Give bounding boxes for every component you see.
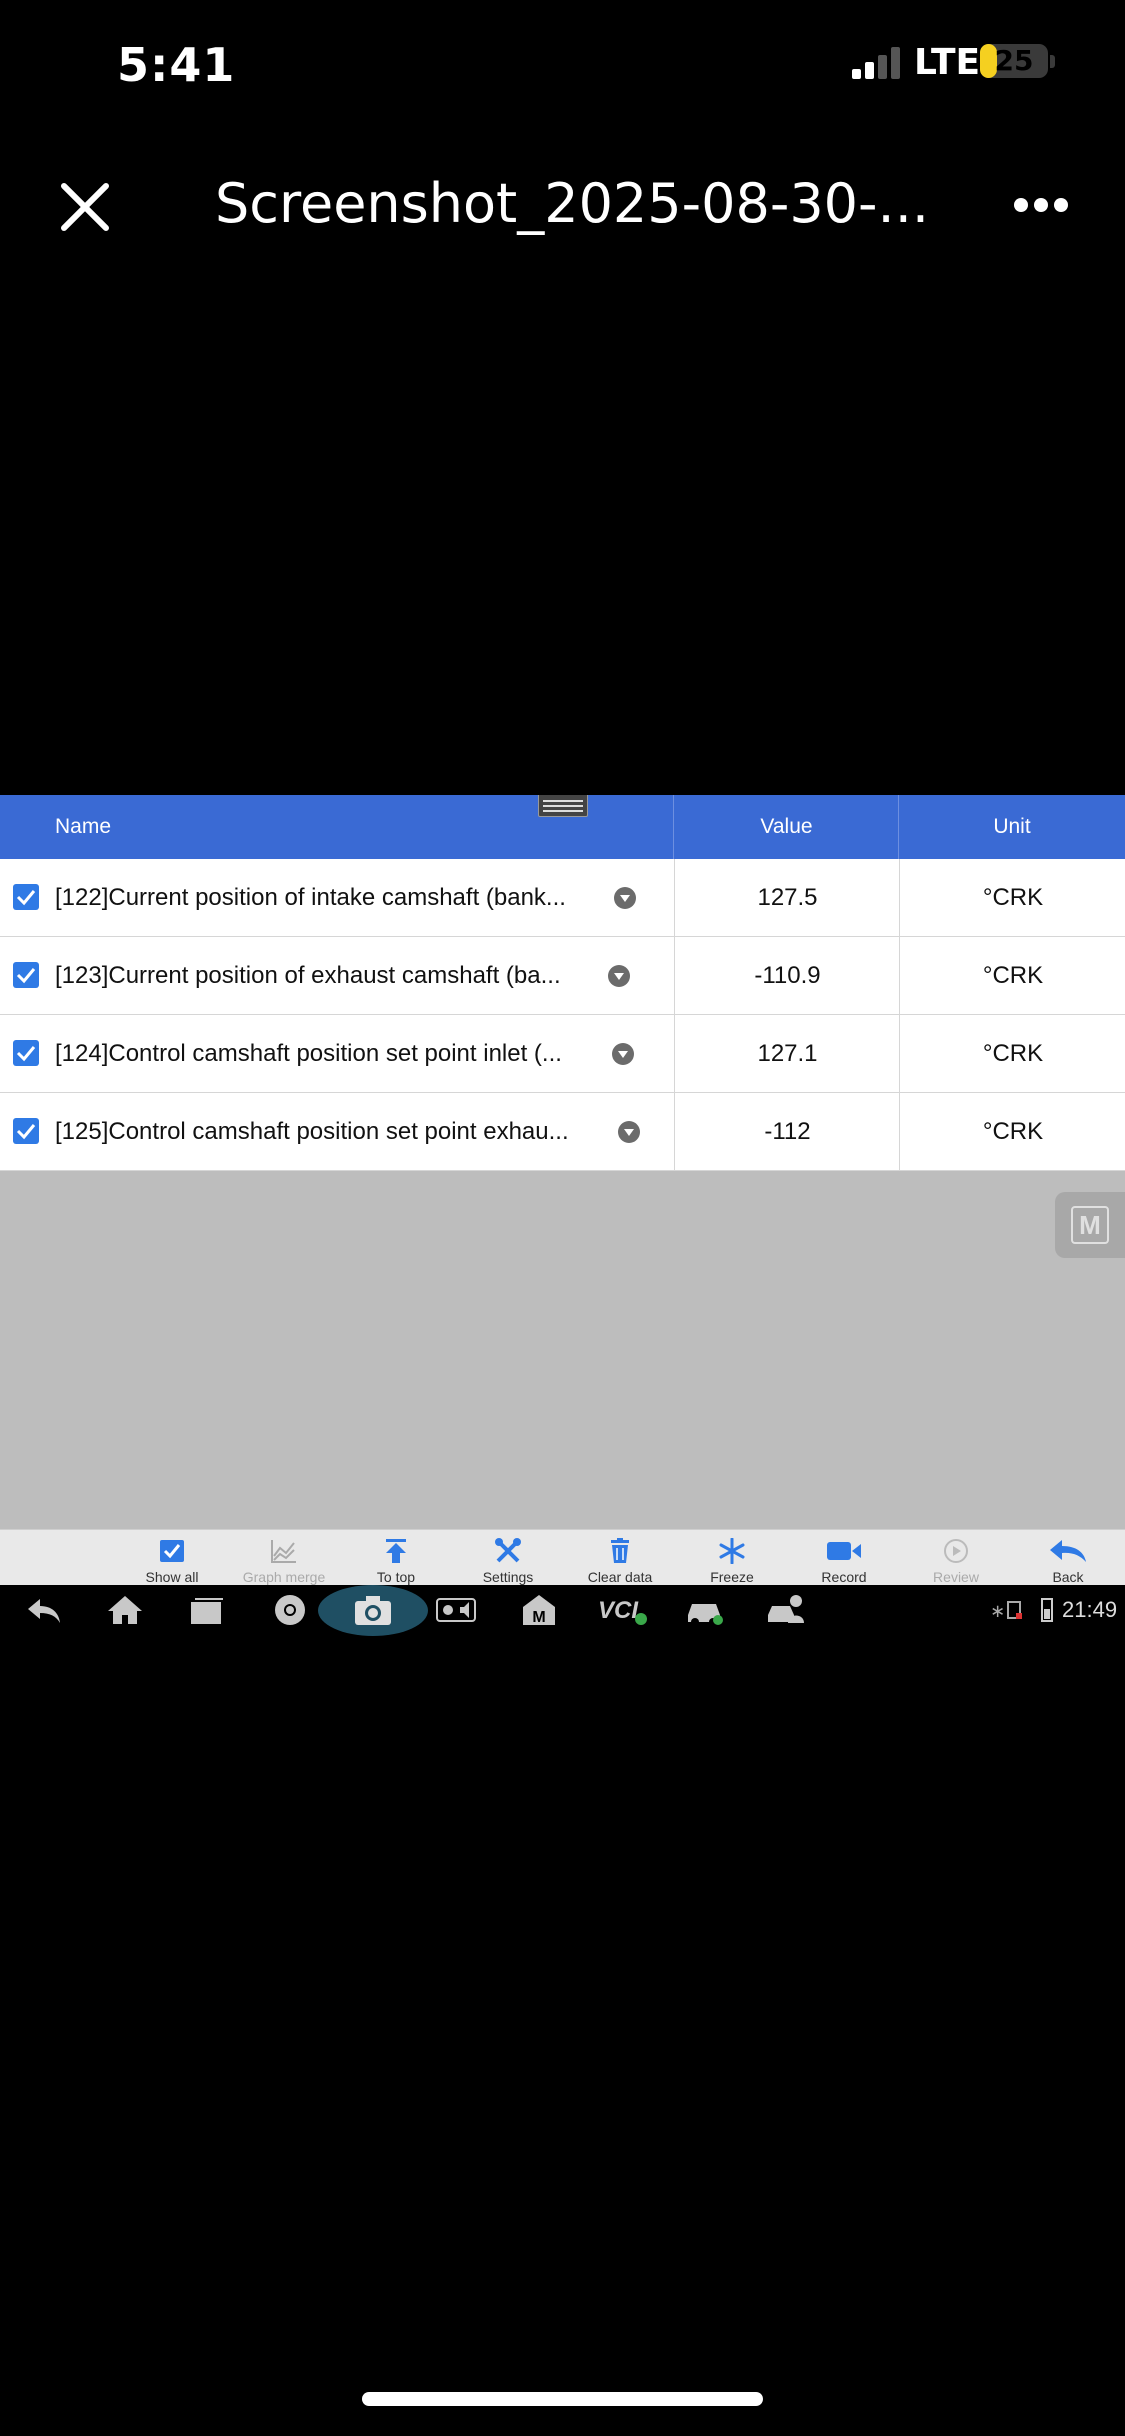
arrow-up-icon bbox=[386, 1539, 406, 1563]
m-app-icon[interactable]: M bbox=[519, 1593, 559, 1627]
record-button[interactable]: Record bbox=[794, 1530, 894, 1586]
row-checkbox[interactable] bbox=[13, 884, 39, 910]
to-top-button[interactable]: To top bbox=[346, 1530, 446, 1586]
floating-m-button[interactable]: M bbox=[1055, 1192, 1125, 1258]
column-header-unit: Unit bbox=[993, 815, 1031, 838]
close-icon[interactable] bbox=[58, 180, 112, 234]
row-checkbox[interactable] bbox=[13, 1118, 39, 1144]
row-unit: °CRK bbox=[899, 937, 1125, 1014]
tool-label: Freeze bbox=[710, 1569, 754, 1585]
tool-label: Graph merge bbox=[242, 1569, 326, 1585]
system-clock: 21:49 bbox=[1062, 1597, 1118, 1622]
settings-button[interactable]: Settings bbox=[458, 1530, 558, 1586]
table-row[interactable]: [124]Control camshaft position set point… bbox=[0, 1015, 1125, 1093]
play-icon bbox=[944, 1539, 968, 1563]
show-all-button[interactable]: Show all bbox=[122, 1530, 222, 1586]
graph-icon bbox=[271, 1540, 296, 1563]
tool-label: Record bbox=[821, 1569, 867, 1585]
row-checkbox[interactable] bbox=[13, 1040, 39, 1066]
row-value: -112 bbox=[674, 1093, 900, 1170]
svg-text:M: M bbox=[532, 1609, 545, 1626]
embedded-screenshot: Name Value Unit [122]Current position of… bbox=[0, 795, 1125, 1636]
clear-data-button[interactable]: Clear data bbox=[570, 1530, 670, 1586]
camera-icon[interactable] bbox=[353, 1593, 393, 1627]
row-name: [124]Control camshaft position set point… bbox=[55, 1040, 562, 1067]
network-label: LTE bbox=[914, 42, 981, 83]
row-value: 127.1 bbox=[674, 1015, 900, 1092]
car-icon[interactable] bbox=[684, 1593, 724, 1627]
expand-icon[interactable] bbox=[614, 887, 636, 909]
row-unit: °CRK bbox=[899, 1093, 1125, 1170]
battery-icon: 25 bbox=[980, 44, 1048, 78]
back-icon[interactable] bbox=[24, 1593, 64, 1627]
more-icon[interactable] bbox=[1012, 196, 1070, 214]
row-value: 127.5 bbox=[674, 859, 900, 936]
battery-nub bbox=[1050, 55, 1055, 68]
svg-text:∗: ∗ bbox=[990, 1601, 1005, 1622]
snowflake-icon bbox=[719, 1538, 745, 1564]
row-unit: °CRK bbox=[899, 1015, 1125, 1092]
status-time: 5:41 bbox=[117, 38, 236, 92]
row-checkbox[interactable] bbox=[13, 962, 39, 988]
home-indicator[interactable] bbox=[362, 2392, 763, 2406]
trash-icon bbox=[611, 1538, 629, 1563]
home-icon[interactable] bbox=[105, 1593, 145, 1627]
video-camera-icon bbox=[827, 1542, 861, 1560]
brightness-volume-icon[interactable] bbox=[436, 1593, 476, 1627]
expand-icon[interactable] bbox=[612, 1043, 634, 1065]
checkbox-icon bbox=[160, 1540, 184, 1562]
viewer-title: Screenshot_2025-08-30-... bbox=[215, 172, 930, 235]
column-header-value: Value bbox=[760, 815, 813, 838]
row-name: [125]Control camshaft position set point… bbox=[55, 1118, 569, 1145]
table-row[interactable]: [125]Control camshaft position set point… bbox=[0, 1093, 1125, 1171]
tool-label: To top bbox=[376, 1569, 416, 1585]
battery-level: 25 bbox=[994, 44, 1034, 77]
table-row[interactable]: [122]Current position of intake camshaft… bbox=[0, 859, 1125, 937]
graph-merge-button[interactable]: Graph merge bbox=[234, 1530, 334, 1586]
tool-label: Review bbox=[933, 1569, 979, 1585]
vci-icon[interactable]: VCI bbox=[596, 1593, 650, 1627]
system-bar: M VCI ∗ 21:49 bbox=[0, 1585, 1125, 1636]
freeze-button[interactable]: Freeze bbox=[682, 1530, 782, 1586]
tool-label: Settings bbox=[482, 1569, 534, 1585]
row-unit: °CRK bbox=[899, 859, 1125, 936]
expand-icon[interactable] bbox=[608, 965, 630, 987]
signal-icon bbox=[852, 47, 900, 79]
column-header-name: Name bbox=[55, 815, 112, 838]
back-arrow-icon bbox=[1050, 1540, 1086, 1562]
table-row[interactable]: [123]Current position of exhaust camshaf… bbox=[0, 937, 1125, 1015]
row-name: [122]Current position of intake camshaft… bbox=[55, 884, 566, 911]
bottom-toolbar: Show all Graph merge To top Settings Cle… bbox=[0, 1529, 1125, 1586]
tool-label: Clear data bbox=[587, 1569, 653, 1585]
drag-handle[interactable] bbox=[538, 795, 588, 817]
chrome-icon[interactable] bbox=[270, 1593, 310, 1627]
review-button[interactable]: Review bbox=[906, 1530, 1006, 1586]
back-button[interactable]: Back bbox=[1018, 1530, 1118, 1586]
tool-label: Show all bbox=[145, 1569, 199, 1585]
expand-icon[interactable] bbox=[618, 1121, 640, 1143]
m-icon: M bbox=[1071, 1206, 1109, 1244]
row-value: -110.9 bbox=[674, 937, 900, 1014]
svg-text:VCI: VCI bbox=[598, 1597, 639, 1624]
car-service-icon[interactable] bbox=[766, 1593, 806, 1627]
recent-apps-icon[interactable] bbox=[187, 1593, 227, 1627]
tool-label: Back bbox=[1052, 1569, 1084, 1585]
table-header: Name Value Unit bbox=[0, 795, 1125, 859]
wrench-icon bbox=[495, 1538, 521, 1563]
status-icons: ∗ bbox=[990, 1598, 1053, 1622]
row-name: [123]Current position of exhaust camshaf… bbox=[55, 962, 561, 989]
